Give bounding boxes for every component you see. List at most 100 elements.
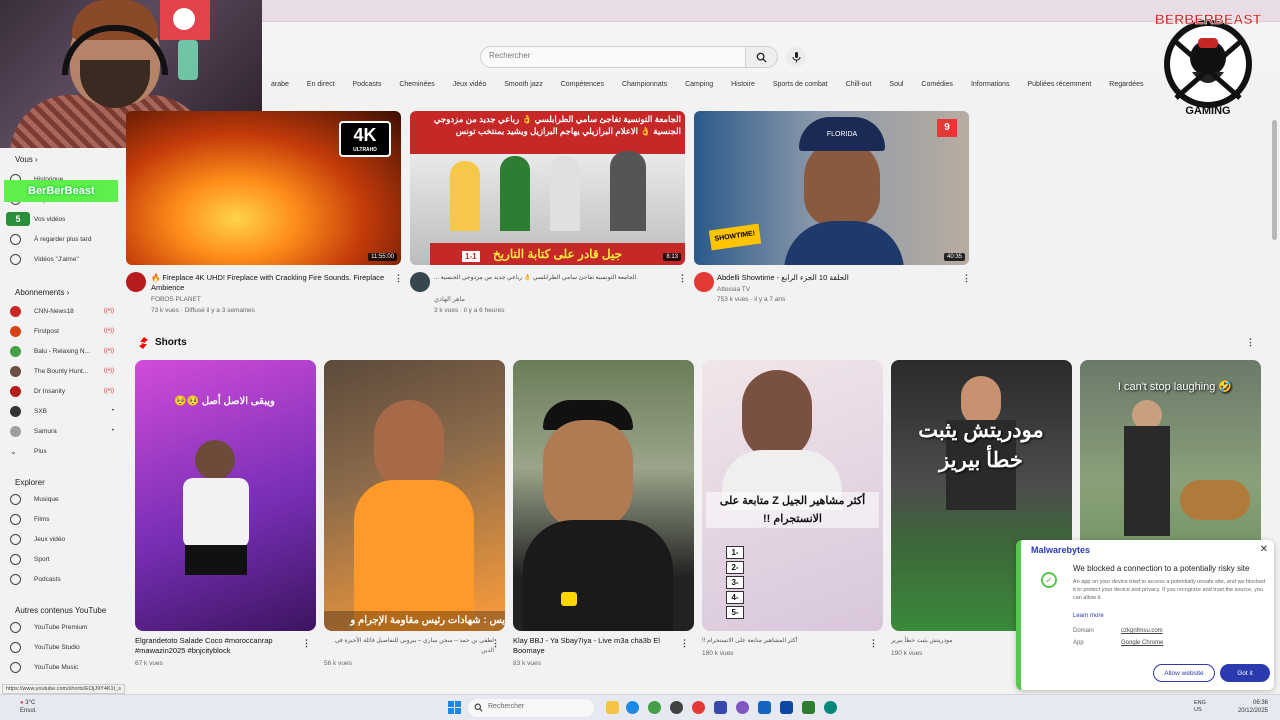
sidebar-section-abonnements[interactable]: Abonnements › [15,288,69,297]
sidebar-item[interactable]: Musique [10,490,120,508]
steam-icon[interactable] [780,701,793,714]
chip[interactable]: Publiées récemment [1018,78,1100,92]
app-icon[interactable] [802,701,815,714]
short-thumbnail[interactable]: يس : شهادات رئيس مقاومة الإجرام و [324,360,505,631]
video-title[interactable]: الجامعة التونسية تفاجئ سامي الطرابلسي 👌 … [434,273,674,283]
channel-avatar[interactable] [410,272,430,292]
video-thumbnail-showtime[interactable]: FLORIDA SHOWTIME! 9 40:35 [694,111,969,265]
voice-search-button[interactable] [786,47,806,67]
sidebar-item[interactable]: Jeux vidéo [10,530,120,548]
sidebar-item[interactable]: Films [10,510,120,528]
weather-widget[interactable]: ● 3°C Ensol. [20,699,37,715]
video-title[interactable]: 🔥 Fireplace 4K UHD! Fireplace with Crack… [151,273,391,293]
sidebar-item[interactable]: À regarder plus tard [10,230,120,248]
short-thumbnail[interactable] [513,360,694,631]
sidebar-item[interactable]: Vidéos "J'aime" [10,250,120,268]
video-menu-button[interactable]: ⋮ [962,273,971,284]
close-icon[interactable]: ✕ [1260,544,1268,555]
short-title[interactable]: لطفي بن حمد – سجن ساري – بيروني للتفاصيل… [324,636,494,656]
chip[interactable]: Sports de combat [764,78,837,92]
status-bar-url: https://www.youtube.com/shorts/EOjJ9Y4K1… [2,684,125,694]
subscription-item[interactable]: The Bounty Hunt... ((•)) [10,362,120,380]
chip[interactable]: Championnats [613,78,676,92]
short-menu-button[interactable]: ⋮ [869,638,878,649]
subscription-item[interactable]: SXB • [10,402,120,420]
chip[interactable]: En direct [298,78,344,92]
windows-start-icon[interactable] [448,701,461,714]
video-title[interactable]: Abdelli Showtime - الحلقة 10 الجزء الراب… [717,273,957,283]
short-overlay-text: أكثر مشاهير الجيل Z متابعة على الانستجرا… [706,492,879,528]
shorts-icon [139,337,148,349]
video-duration: 8:13 [663,253,681,261]
file-explorer-icon[interactable] [606,701,619,714]
subscription-item[interactable]: Dr Insanity ((•)) [10,382,120,400]
chip[interactable]: Compétences [552,78,613,92]
short-menu-button[interactable]: ⋮ [680,638,689,649]
allow-website-button[interactable]: Allow website [1153,664,1215,682]
mic-icon [792,51,800,62]
channel-avatar [10,345,21,357]
chip[interactable]: Podcasts [344,78,391,92]
subscription-name: Balu - Relaxing N... [34,347,90,355]
discord-icon[interactable] [736,701,749,714]
video-menu-button[interactable]: ⋮ [394,273,403,284]
subscription-item[interactable]: Firstpost ((•)) [10,322,120,340]
video-thumbnail-fireplace[interactable]: 4K ULTRAHD 11:55:00 [126,111,401,265]
clock[interactable]: 06:36 20/12/2025 [1238,699,1268,715]
learn-more-link[interactable]: Learn more [1073,613,1104,619]
language-indicator[interactable]: ENG US [1194,700,1206,714]
sidebar-section-autres: Autres contenus YouTube [15,606,107,615]
edge-icon[interactable] [626,701,639,714]
malwarebytes-taskbar-icon[interactable] [714,701,727,714]
chip[interactable]: Smooth jazz [495,78,552,92]
app-icon[interactable] [824,701,837,714]
chip[interactable]: Informations [962,78,1019,92]
shorts-menu-button[interactable]: ⋮ [1246,337,1255,348]
sidebar-item-plus[interactable]: ⌄ Plus [10,442,120,460]
app-icon[interactable] [692,701,705,714]
app-icon[interactable] [758,701,771,714]
short-overlay-text: يس : شهادات رئيس مقاومة الإجرام و [324,611,505,631]
chip[interactable]: Cheminées [390,78,443,92]
chip[interactable]: Chill-out [837,78,881,92]
channel-name[interactable]: Attessia TV [717,285,750,295]
sidebar-item[interactable]: YouTube Premium [10,618,120,636]
search-button[interactable] [746,46,778,68]
video-thumbnail-tunisia[interactable]: الجامعة التونسية تفاجئ سامي الطرابلسي 👌 … [410,111,685,265]
chip[interactable]: Jeux vidéo [444,78,495,92]
channel-name[interactable]: FOBOS PLANET [151,295,201,305]
obs-icon[interactable] [670,701,683,714]
subscription-item[interactable]: Balu - Relaxing N... ((•)) [10,342,120,360]
short-title[interactable]: أكثر المشاهير متابعة على الانستجرام !! [702,636,872,646]
short-views: 180 k vues [702,650,734,657]
channel-name[interactable]: ماهر الهادي [434,295,465,305]
sidebar-item[interactable]: YouTube Studio [10,638,120,656]
chip[interactable]: Soul [880,78,912,92]
short-overlay-text: I can't stop laughing 🤣 [1117,381,1233,393]
chip[interactable]: Regardées [1100,78,1152,92]
search-input[interactable]: Rechercher [480,46,746,68]
short-title[interactable]: Klay BBJ - Ya Sbay7iya - Live m3a cha3b … [513,636,683,656]
sidebar-item[interactable]: Sport [10,550,120,568]
subscription-item[interactable]: CNN-News18 ((•)) [10,302,120,320]
scrollbar[interactable] [1272,120,1277,240]
video-menu-button[interactable]: ⋮ [678,273,687,284]
taskbar-search[interactable]: Rechercher [468,699,594,717]
sidebar-section-vous[interactable]: Vous › [15,155,38,164]
short-thumbnail[interactable]: أكثر مشاهير الجيل Z متابعة على الانستجرا… [702,360,883,631]
sidebar-item[interactable]: YouTube Music [10,658,120,676]
chrome-icon[interactable] [648,701,661,714]
sidebar-item[interactable]: Podcasts [10,570,120,588]
short-thumbnail[interactable]: ويبقى الاصل أصل 🥺🥺 [135,360,316,631]
channel-avatar[interactable] [694,272,714,292]
short-menu-button[interactable]: ⋮ [491,638,500,649]
chip[interactable]: Camping [676,78,722,92]
chip[interactable]: Comédies [912,78,962,92]
short-menu-button[interactable]: ⋮ [302,638,311,649]
subscription-item[interactable]: Samura • [10,422,120,440]
chip[interactable]: arabe [262,78,298,92]
got-it-button[interactable]: Got it [1220,664,1270,682]
channel-avatar[interactable] [126,272,146,292]
short-title[interactable]: Elgrandetoto Salade Coco #moroccanrap #m… [135,636,305,656]
chip[interactable]: Histoire [722,78,764,92]
